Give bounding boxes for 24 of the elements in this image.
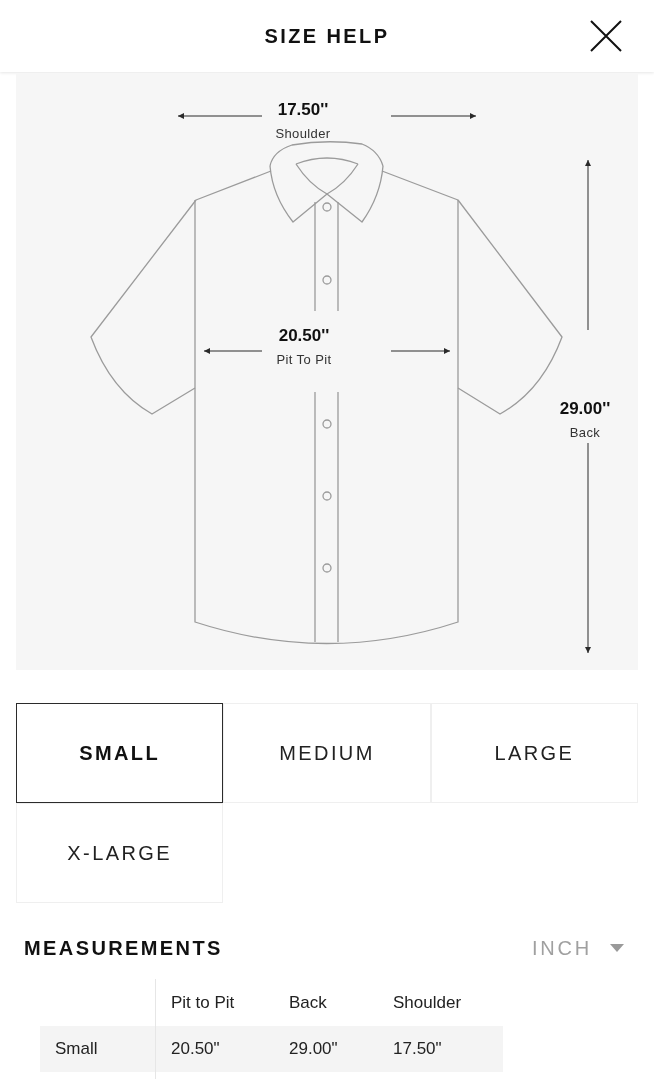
table-cell-text: 20.50" bbox=[170, 1038, 221, 1061]
table-cell-text: 29.00" bbox=[288, 1038, 339, 1061]
dimension-arrow bbox=[391, 347, 450, 355]
size-option[interactable]: LARGE bbox=[430, 703, 638, 803]
column-header: Shoulder bbox=[392, 991, 463, 1014]
close-button[interactable] bbox=[588, 18, 624, 54]
size-option[interactable]: MEDIUM bbox=[223, 703, 431, 803]
measurement-label: Shoulder bbox=[275, 126, 331, 142]
measurement-value: 29.00'' bbox=[559, 399, 611, 419]
section-heading: MEASUREMENTS bbox=[24, 936, 223, 960]
caret-icon bbox=[610, 944, 624, 952]
row-header-cell: Small bbox=[40, 1026, 156, 1072]
measurement-label: Pit To Pit bbox=[276, 352, 332, 368]
measurement-value: 20.50'' bbox=[278, 326, 330, 346]
close-icon bbox=[590, 20, 622, 52]
measurement-label: Back bbox=[569, 425, 601, 441]
size-option[interactable]: X-LARGE bbox=[16, 803, 224, 903]
measurement-value: 17.50'' bbox=[277, 100, 329, 120]
dimension-arrow bbox=[204, 347, 262, 355]
modal-title: SIZE HELP bbox=[264, 24, 390, 48]
table-cell-text: 17.50" bbox=[392, 1038, 443, 1061]
column-header: Back bbox=[288, 991, 328, 1014]
size-option[interactable]: SMALL bbox=[16, 703, 224, 803]
column-header: Pit to Pit bbox=[170, 991, 236, 1014]
